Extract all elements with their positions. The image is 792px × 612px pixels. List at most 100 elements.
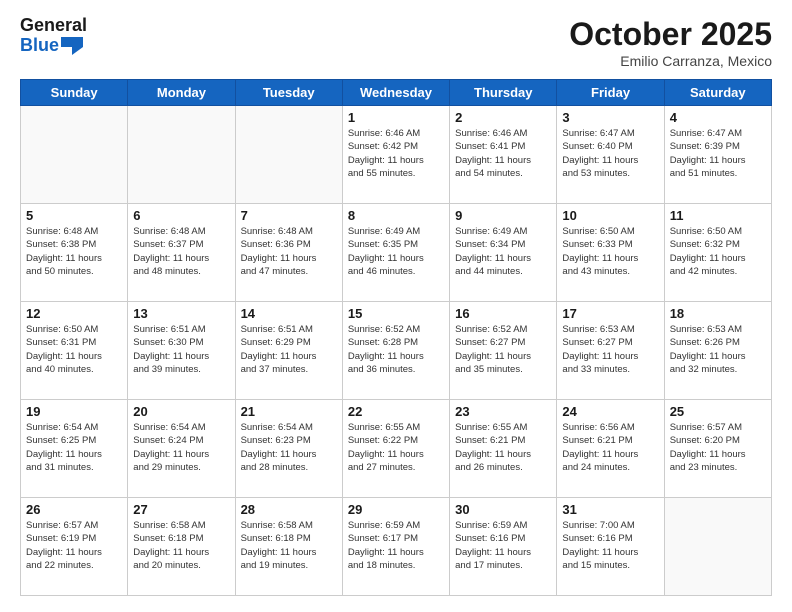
day-number: 19	[26, 404, 122, 419]
day-number: 6	[133, 208, 229, 223]
day-info: Sunrise: 6:54 AM Sunset: 6:25 PM Dayligh…	[26, 421, 122, 474]
col-monday: Monday	[128, 80, 235, 106]
day-number: 17	[562, 306, 658, 321]
day-info: Sunrise: 6:48 AM Sunset: 6:37 PM Dayligh…	[133, 225, 229, 278]
table-row: 12 Sunrise: 6:50 AM Sunset: 6:31 PM Dayli…	[21, 302, 128, 400]
logo-general: General	[20, 16, 87, 36]
day-info: Sunrise: 6:52 AM Sunset: 6:27 PM Dayligh…	[455, 323, 551, 376]
table-row: 1 Sunrise: 6:46 AM Sunset: 6:42 PM Daylig…	[342, 106, 449, 204]
day-number: 16	[455, 306, 551, 321]
logo-blue: Blue	[20, 36, 87, 56]
table-row: 22Sunrise: 6:55 AM Sunset: 6:22 PM Dayli…	[342, 400, 449, 498]
table-row: 31Sunrise: 7:00 AM Sunset: 6:16 PM Dayli…	[557, 498, 664, 596]
table-row: 27 Sunrise: 6:58 AM Sunset: 6:18 PM Dayli…	[128, 498, 235, 596]
title-block: October 2025 Emilio Carranza, Mexico	[569, 16, 772, 69]
day-number: 1	[348, 110, 444, 125]
day-info: Sunrise: 6:48 AM Sunset: 6:36 PM Dayligh…	[241, 225, 337, 278]
table-row: 19 Sunrise: 6:54 AM Sunset: 6:25 PM Dayli…	[21, 400, 128, 498]
day-info: Sunrise: 6:58 AM Sunset: 6:18 PM Dayligh…	[241, 519, 337, 572]
table-row: 9 Sunrise: 6:49 AM Sunset: 6:34 PM Daylig…	[450, 204, 557, 302]
table-row: 28 Sunrise: 6:58 AM Sunset: 6:18 PM Dayli…	[235, 498, 342, 596]
col-wednesday: Wednesday	[342, 80, 449, 106]
table-row: 7 Sunrise: 6:48 AM Sunset: 6:36 PM Daylig…	[235, 204, 342, 302]
table-row: 2Sunrise: 6:46 AM Sunset: 6:41 PM Daylig…	[450, 106, 557, 204]
day-number: 20	[133, 404, 229, 419]
day-number: 23	[455, 404, 551, 419]
col-friday: Friday	[557, 80, 664, 106]
table-row: 6 Sunrise: 6:48 AM Sunset: 6:37 PM Daylig…	[128, 204, 235, 302]
day-info: Sunrise: 6:53 AM Sunset: 6:27 PM Dayligh…	[562, 323, 658, 376]
logo-wordmark: General Blue	[20, 16, 87, 56]
day-info: Sunrise: 6:47 AM Sunset: 6:40 PM Dayligh…	[562, 127, 658, 180]
table-row	[664, 498, 771, 596]
table-row: 20 Sunrise: 6:54 AM Sunset: 6:24 PM Dayli…	[128, 400, 235, 498]
day-number: 7	[241, 208, 337, 223]
week-row-2: 12 Sunrise: 6:50 AM Sunset: 6:31 PM Dayli…	[21, 302, 772, 400]
header: General Blue October 2025 Emilio Carranz…	[20, 16, 772, 69]
week-row-3: 19 Sunrise: 6:54 AM Sunset: 6:25 PM Dayli…	[21, 400, 772, 498]
week-row-1: 5Sunrise: 6:48 AM Sunset: 6:38 PM Daylig…	[21, 204, 772, 302]
table-row: 16 Sunrise: 6:52 AM Sunset: 6:27 PM Dayli…	[450, 302, 557, 400]
day-info: Sunrise: 6:46 AM Sunset: 6:42 PM Dayligh…	[348, 127, 444, 180]
col-thursday: Thursday	[450, 80, 557, 106]
day-info: Sunrise: 6:58 AM Sunset: 6:18 PM Dayligh…	[133, 519, 229, 572]
table-row: 14Sunrise: 6:51 AM Sunset: 6:29 PM Dayli…	[235, 302, 342, 400]
table-row: 4 Sunrise: 6:47 AM Sunset: 6:39 PM Daylig…	[664, 106, 771, 204]
day-info: Sunrise: 6:49 AM Sunset: 6:35 PM Dayligh…	[348, 225, 444, 278]
day-number: 31	[562, 502, 658, 517]
table-row: 25 Sunrise: 6:57 AM Sunset: 6:20 PM Dayli…	[664, 400, 771, 498]
table-row: 18 Sunrise: 6:53 AM Sunset: 6:26 PM Dayli…	[664, 302, 771, 400]
table-row	[235, 106, 342, 204]
day-number: 21	[241, 404, 337, 419]
calendar-body: 1 Sunrise: 6:46 AM Sunset: 6:42 PM Daylig…	[21, 106, 772, 596]
day-info: Sunrise: 6:57 AM Sunset: 6:19 PM Dayligh…	[26, 519, 122, 572]
day-number: 27	[133, 502, 229, 517]
table-row: 26Sunrise: 6:57 AM Sunset: 6:19 PM Dayli…	[21, 498, 128, 596]
day-info: Sunrise: 6:59 AM Sunset: 6:16 PM Dayligh…	[455, 519, 551, 572]
table-row: 17 Sunrise: 6:53 AM Sunset: 6:27 PM Dayli…	[557, 302, 664, 400]
logo: General Blue	[20, 16, 87, 56]
table-row	[128, 106, 235, 204]
day-number: 2	[455, 110, 551, 125]
day-info: Sunrise: 6:51 AM Sunset: 6:30 PM Dayligh…	[133, 323, 229, 376]
day-number: 28	[241, 502, 337, 517]
table-row: 21 Sunrise: 6:54 AM Sunset: 6:23 PM Dayli…	[235, 400, 342, 498]
day-info: Sunrise: 6:57 AM Sunset: 6:20 PM Dayligh…	[670, 421, 766, 474]
col-sunday: Sunday	[21, 80, 128, 106]
day-number: 11	[670, 208, 766, 223]
table-row: 8Sunrise: 6:49 AM Sunset: 6:35 PM Daylig…	[342, 204, 449, 302]
day-number: 4	[670, 110, 766, 125]
day-info: Sunrise: 6:50 AM Sunset: 6:33 PM Dayligh…	[562, 225, 658, 278]
day-number: 9	[455, 208, 551, 223]
day-number: 5	[26, 208, 122, 223]
day-info: Sunrise: 6:54 AM Sunset: 6:23 PM Dayligh…	[241, 421, 337, 474]
day-number: 13	[133, 306, 229, 321]
day-number: 22	[348, 404, 444, 419]
table-row: 24 Sunrise: 6:56 AM Sunset: 6:21 PM Dayli…	[557, 400, 664, 498]
table-row: 5Sunrise: 6:48 AM Sunset: 6:38 PM Daylig…	[21, 204, 128, 302]
day-info: Sunrise: 6:59 AM Sunset: 6:17 PM Dayligh…	[348, 519, 444, 572]
day-number: 25	[670, 404, 766, 419]
day-info: Sunrise: 6:52 AM Sunset: 6:28 PM Dayligh…	[348, 323, 444, 376]
day-number: 3	[562, 110, 658, 125]
table-row: 11Sunrise: 6:50 AM Sunset: 6:32 PM Dayli…	[664, 204, 771, 302]
col-tuesday: Tuesday	[235, 80, 342, 106]
table-row: 3 Sunrise: 6:47 AM Sunset: 6:40 PM Daylig…	[557, 106, 664, 204]
table-row: 15Sunrise: 6:52 AM Sunset: 6:28 PM Dayli…	[342, 302, 449, 400]
table-row: 23 Sunrise: 6:55 AM Sunset: 6:21 PM Dayli…	[450, 400, 557, 498]
day-info: Sunrise: 6:50 AM Sunset: 6:31 PM Dayligh…	[26, 323, 122, 376]
day-number: 24	[562, 404, 658, 419]
logo-arrow-icon	[61, 37, 83, 55]
day-info: Sunrise: 6:47 AM Sunset: 6:39 PM Dayligh…	[670, 127, 766, 180]
day-info: Sunrise: 6:49 AM Sunset: 6:34 PM Dayligh…	[455, 225, 551, 278]
day-number: 12	[26, 306, 122, 321]
day-info: Sunrise: 6:56 AM Sunset: 6:21 PM Dayligh…	[562, 421, 658, 474]
day-info: Sunrise: 6:55 AM Sunset: 6:21 PM Dayligh…	[455, 421, 551, 474]
day-info: Sunrise: 6:54 AM Sunset: 6:24 PM Dayligh…	[133, 421, 229, 474]
day-number: 29	[348, 502, 444, 517]
day-number: 30	[455, 502, 551, 517]
day-info: Sunrise: 6:53 AM Sunset: 6:26 PM Dayligh…	[670, 323, 766, 376]
week-row-0: 1 Sunrise: 6:46 AM Sunset: 6:42 PM Daylig…	[21, 106, 772, 204]
day-number: 18	[670, 306, 766, 321]
header-row: Sunday Monday Tuesday Wednesday Thursday…	[21, 80, 772, 106]
